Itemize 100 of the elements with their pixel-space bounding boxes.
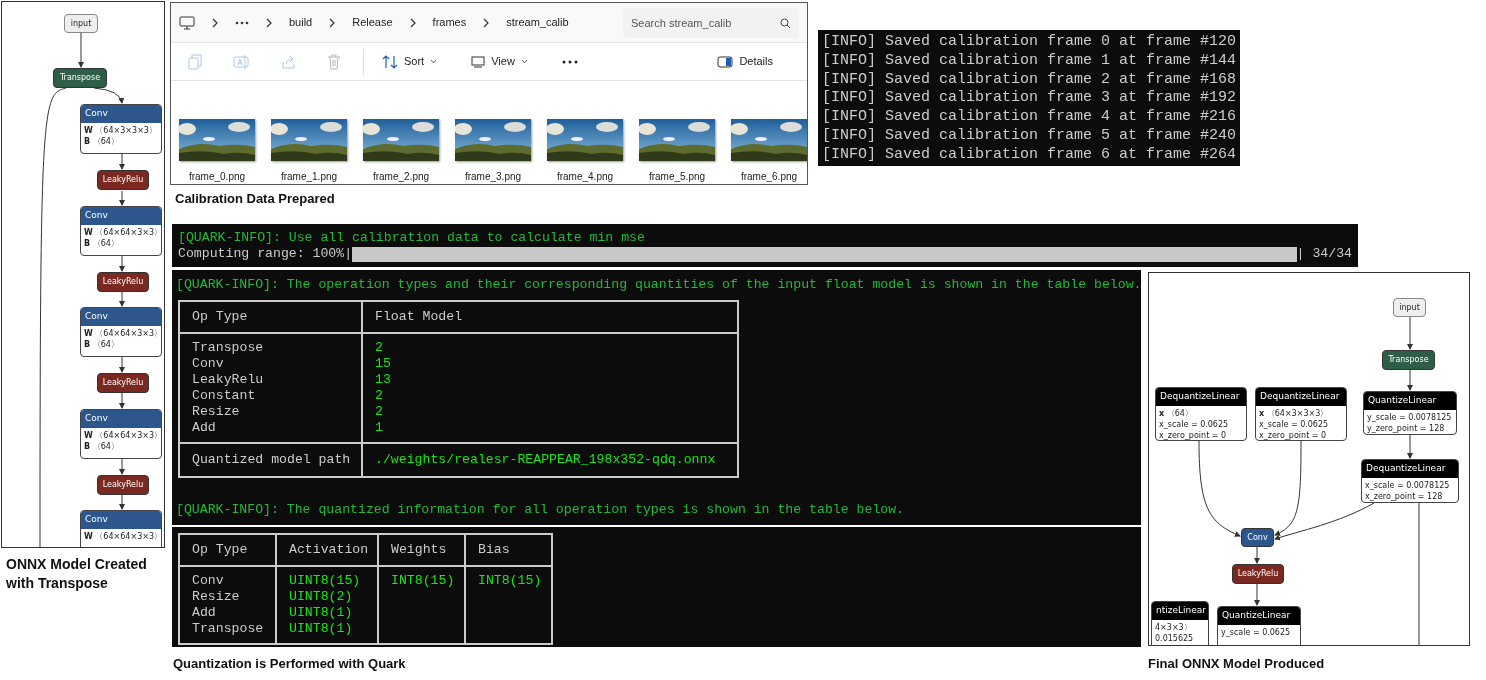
table-cell: UINT8(1) <box>289 621 353 637</box>
input-node: input <box>64 14 98 33</box>
node-attribute: W 〈64×64×3×3〉 <box>83 530 161 542</box>
table-header-cell: Op Type <box>192 542 248 557</box>
landscape-thumbnail[interactable] <box>547 119 623 161</box>
node-attribute: W 〈64×64×3×3〉 <box>83 327 161 339</box>
progress-count: | 34/34 <box>1296 246 1352 262</box>
computer-icon[interactable] <box>179 15 195 30</box>
copy-icon <box>187 53 203 70</box>
connector-arrow <box>119 255 125 272</box>
table-cell: Constant <box>192 388 256 404</box>
node-title: Conv <box>81 511 161 529</box>
node-attribute: x_scale = 0.0625 <box>1158 418 1230 430</box>
log-line: [INFO] Saved calibration frame 2 at frame #168 <box>822 70 1236 90</box>
sort-button[interactable]: Sort <box>374 53 446 70</box>
table-cell: INT8(15) <box>478 573 542 589</box>
breadcrumb-item[interactable]: build <box>289 14 313 31</box>
file-name[interactable]: frame_3.png <box>464 169 522 184</box>
operator-node: LeakyRelu <box>97 272 149 292</box>
rename-icon <box>233 53 251 70</box>
file-name[interactable]: frame_0.png <box>188 169 246 184</box>
node-title: DequantizeLinear <box>1256 388 1346 406</box>
breadcrumb-item[interactable]: Release <box>352 14 393 31</box>
node-title: DequantizeLinear <box>1362 460 1458 478</box>
node-attribute: x_scale = 0.0078125 <box>1364 479 1451 491</box>
file-name[interactable]: frame_5.png <box>648 169 706 184</box>
search-icon <box>780 17 791 29</box>
table-cell: Resize <box>192 589 240 605</box>
details-pane-icon <box>717 55 734 68</box>
log-line: [INFO] Saved calibration frame 3 at frame #192 <box>822 89 1236 109</box>
node-title: Conv <box>81 308 161 326</box>
view-button[interactable]: View <box>463 53 536 70</box>
caption: Calibration Data Prepared <box>175 190 336 208</box>
trash-icon <box>327 53 341 70</box>
table-cell: 2 <box>375 340 383 356</box>
file-name[interactable]: frame_2.png <box>372 169 430 184</box>
chevron-icon <box>408 17 417 28</box>
connector-arrow <box>1254 546 1260 564</box>
table-cell: Transpose <box>192 621 264 637</box>
log-line: [INFO] Saved calibration frame 4 at frame #216 <box>822 108 1236 127</box>
node-title: Conv <box>81 105 161 123</box>
log-message: [QUARK-INFO]: The operation types and their corresponding quantities of the input float model is shown in the table below. <box>176 277 1137 293</box>
file-name[interactable]: frame_1.png <box>280 169 338 184</box>
search-field[interactable]: Search stream_calib <box>623 7 799 38</box>
file-name[interactable]: frame_4.png <box>556 169 614 184</box>
landscape-thumbnail[interactable] <box>639 119 715 161</box>
connector-arrow <box>119 152 125 170</box>
table-cell: LeakyRelu <box>192 372 264 388</box>
landscape-thumbnail[interactable] <box>363 119 439 161</box>
connector-arrow <box>1407 369 1413 391</box>
table-header-cell: Bias <box>478 542 510 557</box>
breadcrumb-item[interactable]: stream_calib <box>506 14 569 31</box>
caption: Final ONNX Model Produced <box>1148 655 1326 673</box>
operator-node: LeakyRelu <box>97 373 149 393</box>
connector-arrow <box>119 356 125 373</box>
node-attribute: y_scale = 0.0625 <box>1220 626 1292 638</box>
landscape-thumbnail[interactable] <box>271 119 347 161</box>
caret-icon <box>520 59 528 64</box>
node-attribute: y_scale = 0.0078125 <box>1366 411 1453 423</box>
operator-node: Conv <box>1241 528 1274 547</box>
landscape-thumbnail[interactable] <box>179 119 255 161</box>
operator-node: LeakyRelu <box>1232 564 1284 584</box>
table-header-cell: Activation <box>289 542 369 557</box>
node-attribute: x 〈64〉 <box>1158 407 1194 419</box>
node-attribute: y_zero_point = 128 <box>1366 422 1446 434</box>
log-line: [INFO] Saved calibration frame 0 at frame #120 <box>822 33 1236 52</box>
table-cell: 2 <box>375 404 383 420</box>
node-title: QuantizeLinear <box>1364 392 1456 410</box>
node-attribute: x_zero_point = 0 <box>1158 429 1228 440</box>
operator-node: Transpose <box>53 68 107 88</box>
landscape-thumbnail[interactable] <box>455 119 531 161</box>
log-line: [INFO] Saved calibration frame 6 at frame #264 <box>822 145 1236 165</box>
table-cell: UINT8(2) <box>289 589 353 605</box>
table-cell: 15 <box>375 356 391 372</box>
node-attribute: W 〈64×64×3×3〉 <box>83 226 161 238</box>
node-attribute: 0.015625 <box>1154 632 1195 644</box>
table-cell: INT8(15) <box>391 573 455 589</box>
landscape-thumbnail[interactable] <box>731 119 807 161</box>
file-name[interactable]: frame_6.png <box>740 169 798 184</box>
node-title: ntizeLinear <box>1152 602 1208 620</box>
connector-arrow <box>119 494 125 510</box>
node-attribute: B 〈64〉 <box>83 440 120 452</box>
details-button[interactable]: Details <box>709 53 781 70</box>
node-attribute: x_zero_point = 128 <box>1364 490 1444 502</box>
node-attribute: x_scale = 0.0625 <box>1258 418 1330 430</box>
connector-arrow <box>78 32 84 68</box>
log-line: [INFO] Saved calibration frame 5 at frame #240 <box>822 127 1236 146</box>
table-cell: Add <box>192 420 216 436</box>
more-icon[interactable] <box>235 20 249 25</box>
chevron-icon <box>211 17 219 28</box>
table-cell: Transpose <box>192 340 264 356</box>
connector-arrow <box>93 87 124 104</box>
table-cell: Conv <box>192 356 224 372</box>
caret-icon <box>430 59 438 64</box>
breadcrumb-item[interactable]: frames <box>432 14 467 31</box>
table-cell: UINT8(15) <box>289 573 361 589</box>
connector-arrow <box>119 458 125 475</box>
chevron-icon <box>328 17 337 28</box>
node-attribute: W 〈64×64×3×3〉 <box>83 429 161 441</box>
chevron-icon <box>482 17 491 28</box>
